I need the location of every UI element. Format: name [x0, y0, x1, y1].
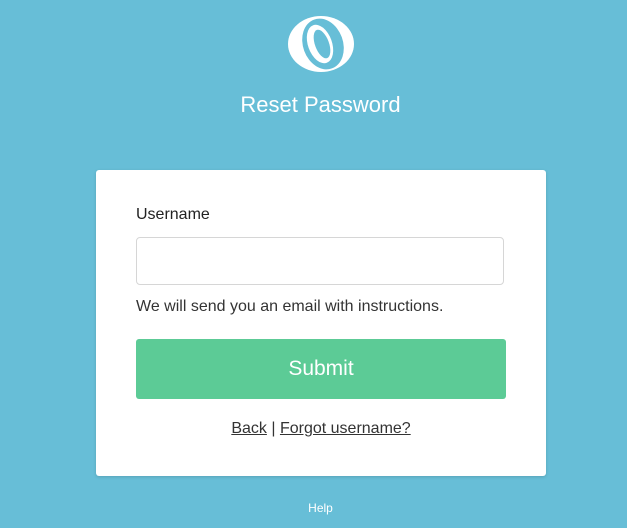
- forgot-username-link[interactable]: Forgot username?: [280, 420, 411, 437]
- username-input[interactable]: [136, 237, 504, 285]
- page-title: Reset Password: [240, 92, 401, 117]
- username-label: Username: [136, 206, 210, 223]
- link-separator: |: [271, 420, 276, 437]
- instructions-text: We will send you an email with instructi…: [136, 298, 444, 315]
- back-link[interactable]: Back: [231, 420, 267, 437]
- submit-button[interactable]: Submit: [136, 339, 506, 399]
- help-link[interactable]: Help: [0, 501, 627, 515]
- card-links: Back | Forgot username?: [96, 420, 546, 438]
- logo-icon: [288, 16, 354, 72]
- reset-password-card: Username We will send you an email with …: [96, 170, 546, 476]
